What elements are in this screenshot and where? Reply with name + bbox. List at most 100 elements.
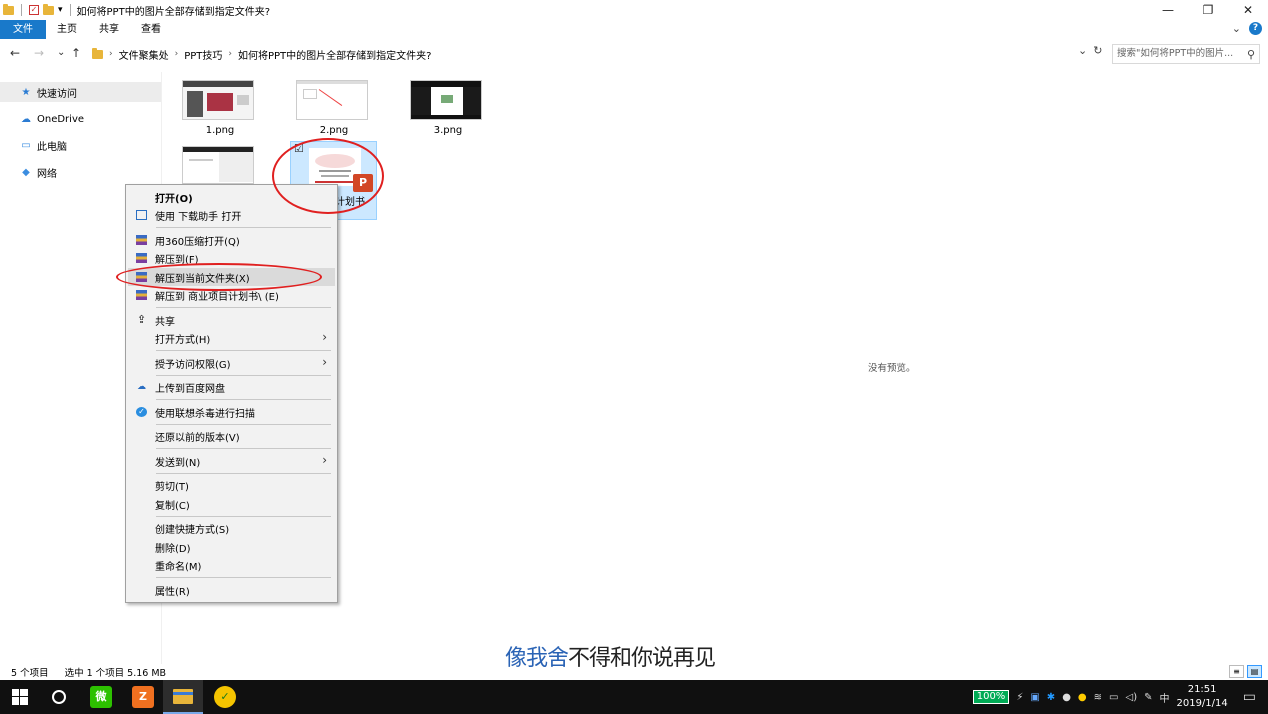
tab-share[interactable]: 共享 <box>88 20 130 39</box>
notification-icon[interactable]: ▭ <box>1243 689 1256 705</box>
breadcrumb-item[interactable]: 如何将PPT中的图片全部存储到指定文件夹? <box>238 47 431 62</box>
ime-indicator[interactable]: 中 <box>1159 690 1169 705</box>
divider <box>69 4 71 16</box>
sidebar-item-network[interactable]: ◆ 网络 <box>0 162 161 182</box>
refresh-icon[interactable]: ↻ <box>1093 44 1102 57</box>
recent-locations-button[interactable]: ⌄ <box>57 47 65 58</box>
file-name[interactable]: 1.png <box>170 125 270 136</box>
file-thumbnail[interactable] <box>182 146 254 184</box>
lenovo-antivirus-icon: ✓ <box>136 407 147 417</box>
large-icons-view-button[interactable]: ▤ <box>1247 665 1262 678</box>
pen-icon[interactable]: ✎ <box>1144 692 1152 703</box>
properties-icon[interactable]: ✓ <box>29 5 39 15</box>
menu-item-create-shortcut[interactable]: 创建快捷方式(S) <box>128 519 335 537</box>
app-tray-icon[interactable]: ● <box>1078 692 1087 703</box>
details-view-button[interactable]: ≡ <box>1229 665 1244 678</box>
menu-separator <box>156 577 331 578</box>
menu-item-copy[interactable]: 复制(C) <box>128 495 335 513</box>
address-bar[interactable]: › 文件聚集处 › PPT技巧 › 如何将PPT中的图片全部存储到指定文件夹? <box>88 44 1088 64</box>
menu-item-label: 发送到(N) <box>155 457 201 469</box>
selection-info: 选中 1 个项目 5.16 MB <box>64 668 167 679</box>
taskbar: 微 Z ✓ 100% ⚡ ▣ ✱ ● ● ≋ ▭ ◁) ✎ 中 21:51 20… <box>0 680 1268 714</box>
menu-item-send-to[interactable]: 发送到(N) › <box>128 452 335 470</box>
menu-item-properties[interactable]: 属性(R) <box>128 581 335 599</box>
clock-time: 21:51 <box>1187 684 1217 695</box>
menu-separator <box>156 516 331 517</box>
new-folder-icon[interactable] <box>43 3 54 15</box>
menu-item-upload-baidu[interactable]: ☁ 上传到百度网盘 <box>128 378 335 396</box>
subtitle-rest: 不得和你说再见 <box>568 646 716 671</box>
menu-item-rename[interactable]: 重命名(M) <box>128 556 335 574</box>
menu-item-label: 授予访问权限(G) <box>155 359 231 371</box>
menu-item-restore-versions[interactable]: 还原以前的版本(V) <box>128 427 335 445</box>
menu-item-label: 还原以前的版本(V) <box>155 432 240 444</box>
archive-icon <box>136 290 147 300</box>
sidebar-item-onedrive[interactable]: ☁ OneDrive <box>0 109 161 129</box>
explorer-taskbar-button[interactable] <box>163 680 203 714</box>
video-subtitle: 像我舍不得和你说再见 <box>505 640 716 672</box>
search-icon[interactable] <box>48 686 70 708</box>
menu-item-label: 复制(C) <box>155 500 190 512</box>
file-thumbnail[interactable] <box>296 80 368 120</box>
help-icon[interactable]: ? <box>1249 22 1262 35</box>
search-input[interactable]: 搜索"如何将PPT中的图片... ⚲ <box>1112 44 1260 64</box>
ribbon-expand-icon[interactable]: ⌄ <box>1232 22 1241 35</box>
address-dropdown-icon[interactable]: ⌄ <box>1078 44 1087 57</box>
sidebar-item-label: 快速访问 <box>37 88 77 100</box>
clock[interactable]: 21:51 2019/1/14 <box>1176 683 1227 711</box>
menu-item-share[interactable]: ⇪ 共享 <box>128 311 335 329</box>
wifi-icon[interactable]: ≋ <box>1094 692 1102 703</box>
app-tray-icon[interactable]: ▣ <box>1030 692 1039 703</box>
sidebar-item-label: OneDrive <box>37 113 85 125</box>
tab-file[interactable]: 文件 <box>0 20 46 39</box>
tab-view[interactable]: 查看 <box>130 20 172 39</box>
forward-button[interactable]: → <box>34 46 44 60</box>
menu-item-open-with-360[interactable]: 用360压缩打开(Q) <box>128 231 335 249</box>
menu-item-grant-access[interactable]: 授予访问权限(G) › <box>128 354 335 372</box>
menu-item-lenovo-scan[interactable]: ✓ 使用联想杀毒进行扫描 <box>128 403 335 421</box>
folder-icon <box>92 47 103 59</box>
up-button[interactable]: ↑ <box>71 46 81 60</box>
system-tray: 100% ⚡ ▣ ✱ ● ● ≋ ▭ ◁) ✎ 中 21:51 2019/1/1… <box>972 680 1268 714</box>
sidebar-item-label: 此电脑 <box>37 141 67 153</box>
item-count: 5 个项目 <box>11 668 49 679</box>
menu-separator <box>156 227 331 228</box>
file-name[interactable]: 3.png <box>398 125 498 136</box>
breadcrumb-item[interactable]: 文件聚集处 <box>119 47 169 62</box>
breadcrumb-separator: › <box>109 49 113 59</box>
sidebar-item-this-pc[interactable]: ▭ 此电脑 <box>0 135 161 155</box>
menu-item-label: 使用联想杀毒进行扫描 <box>155 408 255 420</box>
back-button[interactable]: ← <box>10 46 20 60</box>
tab-home[interactable]: 主页 <box>46 20 88 39</box>
app-icon[interactable]: Z <box>132 686 154 708</box>
cloud-icon: ☁ <box>21 113 31 125</box>
bluetooth-icon[interactable]: ✱ <box>1047 692 1055 703</box>
battery-icon[interactable]: ▭ <box>1109 692 1118 703</box>
sidebar-item-quick-access[interactable]: ★ 快速访问 <box>0 82 161 102</box>
wechat-tray-icon[interactable]: ● <box>1062 692 1071 703</box>
minimize-button[interactable]: — <box>1148 0 1188 20</box>
volume-icon[interactable]: ◁) <box>1126 692 1138 703</box>
app-icon[interactable]: ✓ <box>214 686 236 708</box>
clock-date: 2019/1/14 <box>1176 698 1228 709</box>
menu-item-delete[interactable]: 删除(D) <box>128 538 335 556</box>
quick-access-dropdown[interactable]: ▾ <box>58 5 63 15</box>
file-thumbnail[interactable] <box>182 80 254 120</box>
close-button[interactable]: ✕ <box>1228 0 1268 20</box>
menu-item-label: 上传到百度网盘 <box>155 383 225 395</box>
file-thumbnail[interactable] <box>410 80 482 120</box>
windows-start-icon[interactable] <box>9 686 31 708</box>
battery-indicator[interactable]: 100% <box>972 690 1010 704</box>
menu-item-open-with[interactable]: 打开方式(H) › <box>128 329 335 347</box>
file-name[interactable]: 2.png <box>284 125 384 136</box>
wechat-icon[interactable]: 微 <box>90 686 112 708</box>
context-menu: 打开(O) 使用 下载助手 打开 用360压缩打开(Q) 解压到(F) 解压到当… <box>125 184 338 603</box>
annotation-ellipse <box>116 263 322 291</box>
menu-separator <box>156 307 331 308</box>
chevron-right-icon: › <box>322 330 327 344</box>
menu-item-cut[interactable]: 剪切(T) <box>128 476 335 494</box>
menu-separator <box>156 399 331 400</box>
menu-separator <box>156 424 331 425</box>
maximize-button[interactable]: ❐ <box>1188 0 1228 20</box>
breadcrumb-item[interactable]: PPT技巧 <box>184 47 222 62</box>
